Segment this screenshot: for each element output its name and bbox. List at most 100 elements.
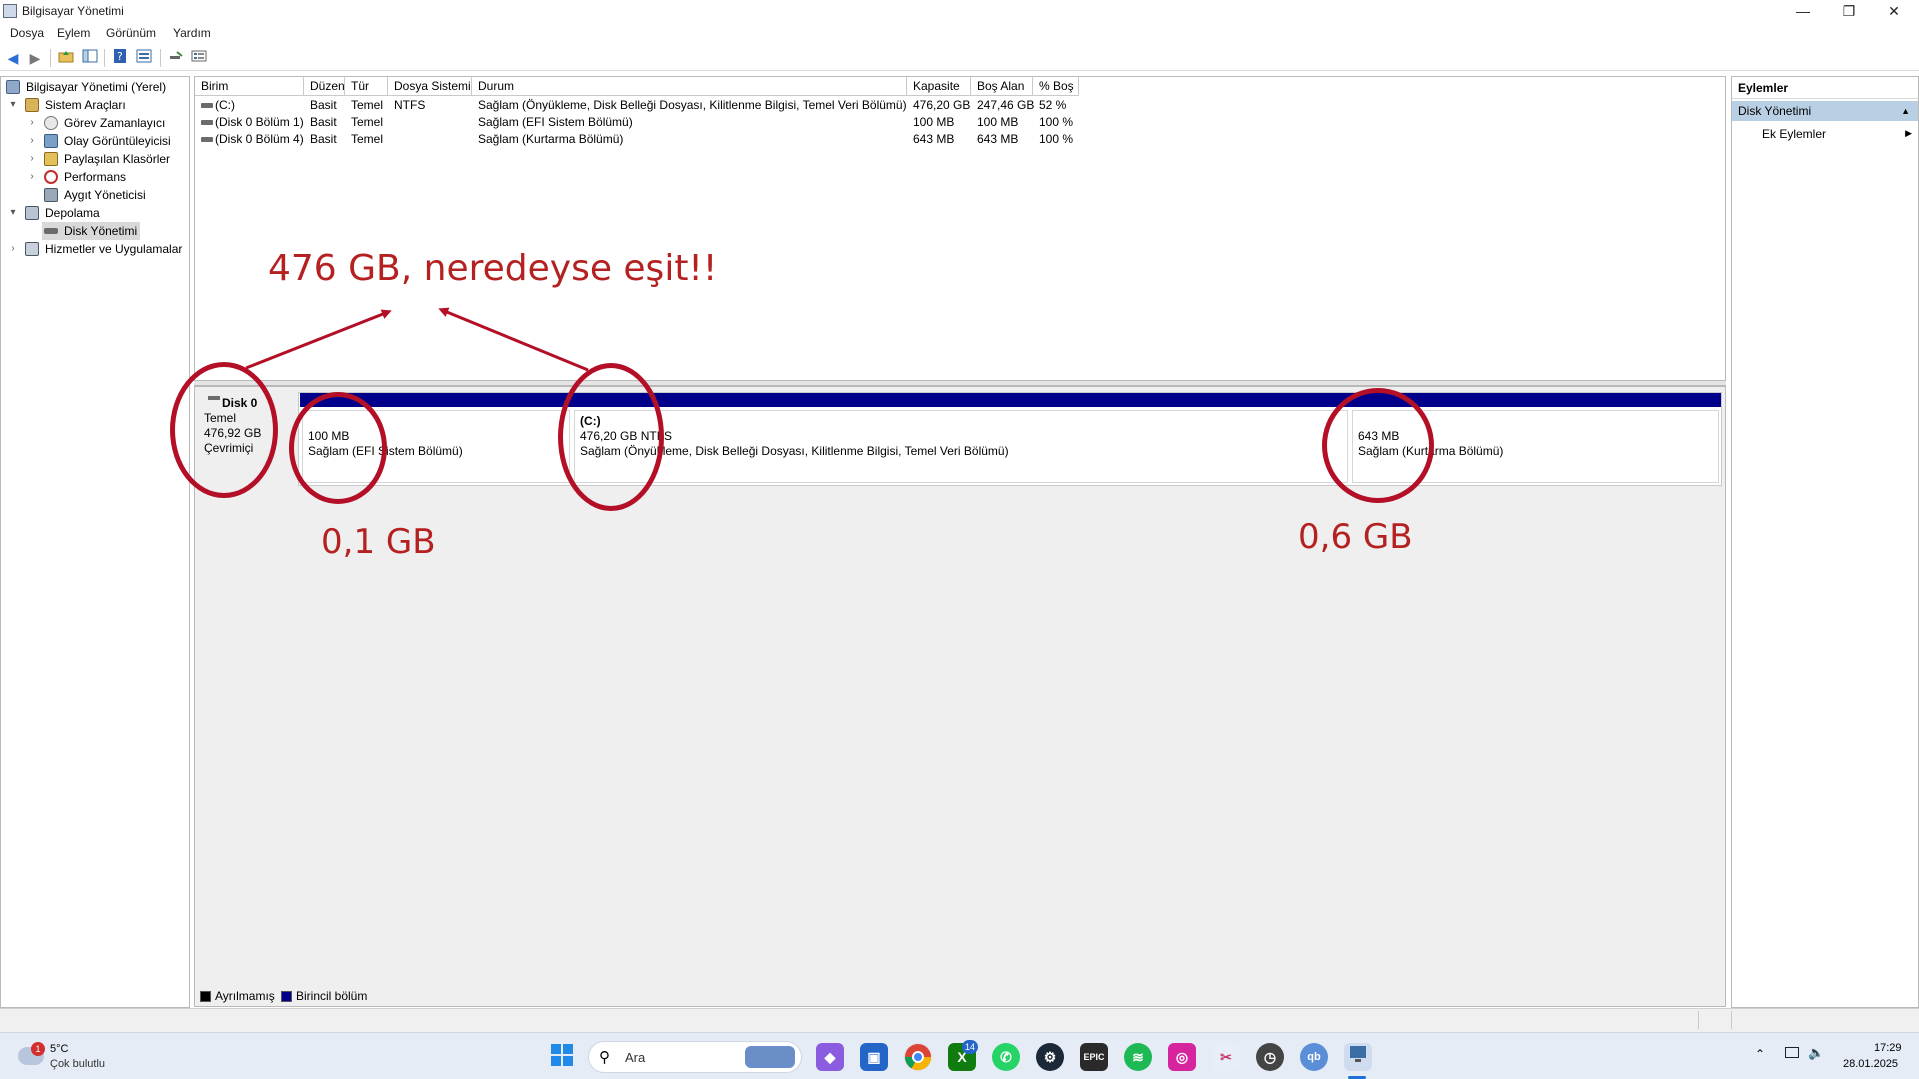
actions-section-disk-management[interactable]: Disk Yönetimi ▲ — [1732, 101, 1918, 121]
steam-icon[interactable]: ⚙ — [1036, 1043, 1064, 1071]
taskbar: 1 5°C Çok bulutlu ⚲ Ara ◆ ▣ X 14 ✆ ⚙ EPI… — [0, 1032, 1919, 1079]
share-folder-icon — [44, 152, 58, 166]
tree-item-device-manager[interactable]: Aygıt Yöneticisi — [1, 186, 187, 204]
column-header-file-system[interactable]: Dosya Sistemi — [388, 77, 472, 96]
chevron-right-icon[interactable]: › — [26, 150, 38, 168]
actions-header: Eylemler — [1732, 77, 1918, 99]
chevron-up-icon[interactable]: ⌃ — [1755, 1047, 1765, 1061]
taskbar-date[interactable]: 28.01.2025 — [1843, 1058, 1898, 1070]
volume-cell-birim[interactable]: (Disk 0 Bölüm 4) — [215, 131, 304, 148]
taskbar-search[interactable]: ⚲ Ara — [588, 1041, 802, 1073]
volume-drive-icon — [201, 137, 213, 142]
tree-label: Aygıt Yöneticisi — [64, 188, 146, 202]
network-icon[interactable] — [1785, 1047, 1799, 1058]
restore-button[interactable]: ❐ — [1827, 0, 1871, 22]
up-folder-icon[interactable] — [56, 48, 76, 68]
toolbar: ◀ ▶ ? — [0, 45, 1919, 71]
search-icon: ⚲ — [599, 1049, 610, 1066]
copilot-icon[interactable]: ◆ — [816, 1043, 844, 1071]
volume-cell-durum: Sağlam (Kurtarma Bölümü) — [478, 132, 624, 146]
column-header-type[interactable]: Tür — [345, 77, 388, 96]
chevron-right-icon[interactable]: › — [7, 240, 19, 258]
collapse-up-icon[interactable]: ▲ — [1901, 101, 1910, 121]
annotation-recovery-size: 0,6 GB — [1298, 517, 1413, 557]
toolbar-separator — [104, 49, 105, 67]
more-actions-item[interactable]: Ek Eylemler — [1762, 127, 1826, 141]
volume-cell-t-r: Temel — [351, 115, 384, 129]
weather-temperature[interactable]: 5°C — [50, 1043, 68, 1055]
close-button[interactable]: ✕ — [1872, 0, 1916, 22]
toolbar-separator — [50, 49, 51, 67]
epic-games-icon[interactable]: EPIC — [1080, 1043, 1108, 1071]
menu-bar: Dosya Eylem Görünüm Yardım — [0, 22, 1919, 42]
list-icon[interactable] — [189, 48, 209, 68]
tree-item-storage[interactable]: ▾ Depolama — [1, 204, 187, 222]
highlight-circle-efi — [289, 392, 387, 504]
window-title: Bilgisayar Yönetimi — [22, 4, 124, 18]
legend-swatch-primary — [281, 991, 292, 1002]
connect-icon[interactable] — [166, 48, 186, 68]
tree-item-system-tools[interactable]: ▾ Sistem Araçları — [1, 96, 187, 114]
tree-label: Performans — [64, 170, 127, 184]
snipping-tool-icon[interactable]: ✂ — [1212, 1043, 1240, 1071]
column-header-volume[interactable]: Birim — [195, 77, 304, 96]
taskbar-time[interactable]: 17:29 — [1874, 1042, 1902, 1054]
volume-cell-dosya-sistemi: NTFS — [394, 98, 426, 112]
spotify-icon[interactable]: ≋ — [1124, 1043, 1152, 1071]
chevron-right-icon[interactable]: › — [26, 114, 38, 132]
computer-management-taskbar-icon[interactable] — [1344, 1043, 1372, 1071]
chevron-down-icon[interactable]: ▾ — [7, 96, 19, 114]
tree-item-shared-folders[interactable]: › Paylaşılan Klasörler — [1, 150, 187, 168]
legend-label-unallocated: Ayrılmamış — [215, 989, 275, 1003]
column-header-status[interactable]: Durum — [472, 77, 907, 96]
volume-cell-kapasite: 643 MB — [913, 132, 955, 146]
volume-cell-kapasite: 100 MB — [913, 115, 955, 129]
forward-arrow-icon[interactable]: ▶ — [25, 48, 45, 68]
back-arrow-icon[interactable]: ◀ — [3, 48, 23, 68]
minimize-button[interactable]: — — [1781, 0, 1825, 22]
volume-cell-kapasite: 476,20 GB — [913, 98, 971, 112]
store-icon[interactable]: ▣ — [860, 1043, 888, 1071]
volume-cell-d-zen: Basit — [310, 98, 337, 112]
tree-item-disk-management[interactable]: Disk Yönetimi — [42, 222, 140, 240]
partition-c[interactable]: (C:) 476,20 GB NTFS Sağlam (Önyükleme, D… — [572, 393, 1350, 485]
menu-yardim[interactable]: Yardım — [173, 26, 211, 40]
instagram-icon[interactable]: ◎ — [1168, 1043, 1196, 1071]
menu-dosya[interactable]: Dosya — [10, 26, 44, 40]
volume-drive-icon — [201, 120, 213, 125]
show-hide-tree-icon[interactable] — [80, 48, 100, 68]
volume-cell-birim[interactable]: (C:) — [215, 97, 235, 114]
menu-gorunum[interactable]: Görünüm — [106, 26, 156, 40]
whatsapp-icon[interactable]: ✆ — [992, 1043, 1020, 1071]
volume-cell-birim[interactable]: (Disk 0 Bölüm 1) — [215, 114, 304, 131]
title-bar: Bilgisayar Yönetimi — ❐ ✕ — [0, 0, 1919, 22]
annotation-headline: 476 GB, neredeyse eşit!! — [268, 248, 718, 289]
tree-item-task-scheduler[interactable]: › Görev Zamanlayıcı — [1, 114, 187, 132]
tree-item-services[interactable]: › Hizmetler ve Uygulamalar — [1, 240, 187, 258]
column-header-layout[interactable]: Düzen — [304, 77, 345, 96]
status-bar — [0, 1008, 1919, 1032]
properties-icon[interactable] — [134, 48, 154, 68]
chevron-down-icon[interactable]: ▾ — [7, 204, 19, 222]
volume-cell-t-r: Temel — [351, 132, 384, 146]
event-icon — [44, 134, 58, 148]
chevron-right-icon[interactable]: › — [26, 132, 38, 150]
qbittorrent-icon[interactable]: qb — [1300, 1043, 1328, 1071]
chevron-right-icon[interactable]: › — [26, 168, 38, 186]
clock-app-icon[interactable]: ◷ — [1256, 1043, 1284, 1071]
start-button[interactable] — [548, 1043, 576, 1071]
tree-item-event-viewer[interactable]: › Olay Görüntüleyicisi — [1, 132, 187, 150]
menu-eylem[interactable]: Eylem — [57, 26, 90, 40]
volume-icon[interactable]: 🔈 — [1808, 1045, 1824, 1061]
weather-description[interactable]: Çok bulutlu — [50, 1058, 105, 1070]
tree-label: Paylaşılan Klasörler — [64, 152, 171, 166]
column-header-percent-free[interactable]: % Boş — [1033, 77, 1079, 96]
tree-item-computer-management[interactable]: Bilgisayar Yönetimi (Yerel) — [1, 78, 187, 96]
column-header-free-space[interactable]: Boş Alan — [971, 77, 1033, 96]
tree-item-performance[interactable]: › Performans — [1, 168, 187, 186]
search-placeholder: Ara — [625, 1050, 646, 1065]
tree-label: Sistem Araçları — [45, 98, 126, 112]
chrome-icon[interactable] — [904, 1043, 932, 1071]
column-header-capacity[interactable]: Kapasite — [907, 77, 971, 96]
help-icon[interactable]: ? — [110, 48, 130, 68]
